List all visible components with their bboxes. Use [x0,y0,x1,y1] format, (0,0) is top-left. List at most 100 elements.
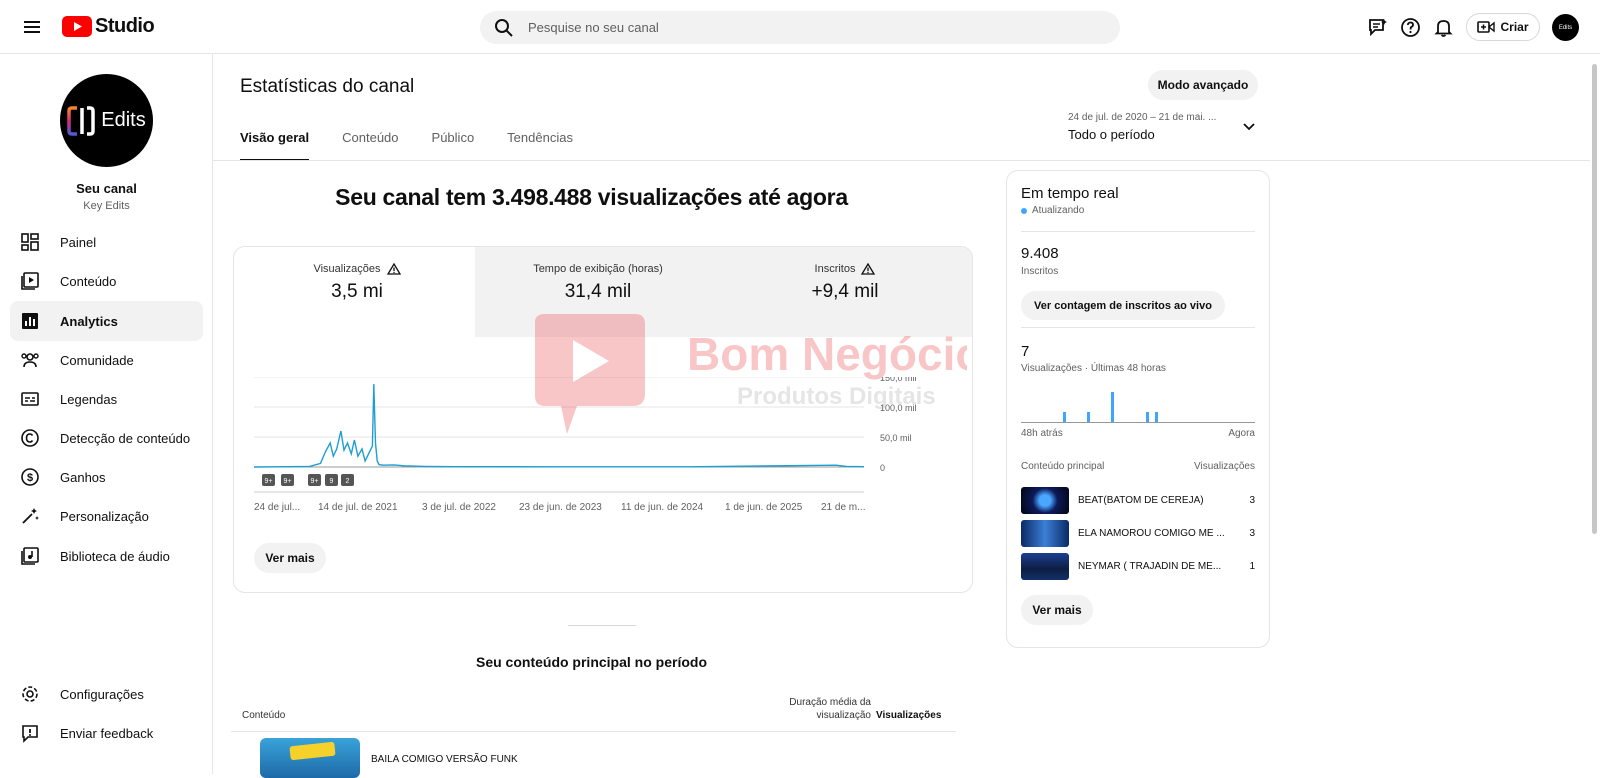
sidebar-item-conteudo[interactable]: Conteúdo [10,261,203,301]
sidebar-item-biblioteca-de-audio[interactable]: Biblioteca de áudio [10,536,203,576]
realtime-bar[interactable] [1062,412,1066,422]
sidebar-item-configuracoes[interactable]: Configurações [10,674,203,714]
sidebar-item-label: Analytics [60,313,118,329]
customization-icon [20,506,40,526]
sidebar-item-enviar-feedback[interactable]: Enviar feedback [10,713,203,753]
sidebar-item-deteccao-de-conteudo[interactable]: Detecção de conteúdo [10,418,203,458]
help-icon[interactable] [1400,17,1421,38]
tab-conteudo[interactable]: Conteúdo [342,130,398,161]
axis-start-label: 48h atrás [1021,428,1063,439]
column-header-content[interactable]: Conteúdo [242,710,285,721]
scrollbar-thumb[interactable] [1592,64,1597,534]
realtime-card: Em tempo real Atualizando 9.408 Inscrito… [1006,170,1270,648]
separator [1021,231,1255,232]
status-label: Atualizando [1032,205,1085,216]
date-range-label: Todo o período [1068,127,1155,142]
live-subscriber-count-button[interactable]: Ver contagem de inscritos ao vivo [1021,291,1225,320]
series-line [254,384,865,468]
realtime-see-more-button[interactable]: Ver mais [1021,595,1093,625]
sidebar-item-label: Conteúdo [60,273,117,289]
metric-label: Visualizações [313,263,381,275]
views-headline: Seu canal tem 3.498.488 visualizações at… [335,184,848,210]
page-title: Estatísticas do canal [240,76,415,97]
sidebar-item-legendas[interactable]: Legendas [10,379,203,419]
tab-visao-geral[interactable]: Visão geral [240,130,310,161]
metric-views[interactable]: Visualizações 3,5 mi [234,247,480,337]
y-tick-label: 150,0 mil [880,377,917,383]
metric-subscribers[interactable]: Inscritos +9,4 mil [716,247,972,337]
search-bar[interactable] [480,11,1120,44]
tab-publico[interactable]: Público [432,130,475,161]
x-tick-label: 14 de jul. de 2021 [318,502,398,513]
see-more-button[interactable]: Ver mais [254,543,326,573]
realtime-bar[interactable] [1087,412,1090,422]
sidebar-item-label: Enviar feedback [60,725,154,741]
video-title[interactable]: BAILA COMIGO VERSÃO FUNK [371,754,518,765]
x-tick-label: 21 de m... [821,502,865,513]
tabs: Visão geral Conteúdo Público Tendências [240,130,606,161]
channel-avatar[interactable]: Edits [60,74,153,167]
metric-value: 3,5 mi [331,281,383,302]
realtime-video-row[interactable]: ELA NAMOROU COMIGO ME ... 3 [1021,520,1255,547]
annotation-badge-label: 9+ [311,478,319,485]
sidebar-item-label: Configurações [60,686,144,702]
x-tick-label: 24 de jul... [254,502,300,513]
subtitles-icon [20,389,40,409]
tab-tendencias[interactable]: Tendências [507,130,573,161]
sidebar-item-label: Comunidade [60,352,134,368]
realtime-bar[interactable] [1155,412,1159,422]
realtime-views-label: Visualizações · Últimas 48 horas [1021,363,1166,374]
subscriber-label: Inscritos [1021,266,1059,277]
main-content: Estatísticas do canal Modo avançado Visã… [213,54,1590,778]
suggestions-icon[interactable] [1367,17,1388,38]
date-range-picker[interactable]: 24 de jul. de 2020 – 21 de mai. ... Todo… [1068,112,1268,142]
realtime-bar[interactable] [1111,392,1115,422]
video-thumbnail [1021,487,1069,514]
tabs-divider [213,160,1590,161]
menu-icon[interactable] [22,17,42,37]
x-tick-label: 23 de jun. de 2023 [519,502,602,513]
realtime-video-row[interactable]: NEYMAR ( TRAJADIN DE ME... 1 [1021,553,1255,580]
metric-watch-time[interactable]: Tempo de exibição (horas) 31,4 mil [475,247,721,337]
separator [1021,327,1255,328]
metric-value: 31,4 mil [564,281,632,302]
advanced-mode-button[interactable]: Modo avançado [1148,70,1258,100]
sidebar-item-label: Personalização [60,508,149,524]
avatar-text: Edits [101,109,146,131]
x-tick-label: 3 de jul. de 2022 [422,502,496,513]
account-avatar[interactable]: Edits [1552,14,1579,41]
sidebar-item-comunidade[interactable]: Comunidade [10,340,203,380]
warning-icon [861,263,876,275]
video-thumbnail[interactable] [260,738,360,778]
search-input[interactable] [528,20,1088,35]
search-icon [495,18,513,37]
dashboard-icon [20,232,40,252]
sidebar-item-painel[interactable]: Painel [10,222,203,262]
logo-text: Studio [95,14,155,37]
sidebar-item-personalizacao[interactable]: Personalização [10,496,203,536]
sidebar: Edits Seu canal Key Edits Painel Conteúd… [0,54,213,774]
video-views: 1 [1249,561,1255,572]
avatar-label: Edits [1558,24,1573,31]
create-label: Criar [1500,20,1529,34]
warning-icon [386,263,401,275]
page-scrollbar[interactable] [1590,54,1600,774]
sidebar-item-analytics[interactable]: Analytics [10,301,203,341]
channel-name: Seu canal [76,181,137,196]
realtime-video-row[interactable]: BEAT(BATOM DE CEREJA) 3 [1021,487,1255,514]
column-header-duration[interactable]: Duração média da visualização [751,696,871,722]
svg-text:$: $ [27,472,33,484]
content-icon [20,271,40,291]
video-thumbnail [1021,553,1069,580]
create-button[interactable]: Criar [1466,13,1540,41]
realtime-views-count: 7 [1021,343,1030,360]
realtime-bar[interactable] [1145,412,1149,422]
notifications-icon[interactable] [1433,17,1454,38]
column-header-views[interactable]: Visualizações [876,710,941,721]
video-title: NEYMAR ( TRAJADIN DE ME... [1078,561,1222,572]
x-tick-label: 1 de jun. de 2025 [725,502,803,513]
x-tick-label: 11 de jun. de 2024 [621,502,704,513]
sidebar-item-ganhos[interactable]: $ Ganhos [10,457,203,497]
video-views: 3 [1249,495,1255,506]
studio-logo[interactable]: Studio [62,14,155,38]
